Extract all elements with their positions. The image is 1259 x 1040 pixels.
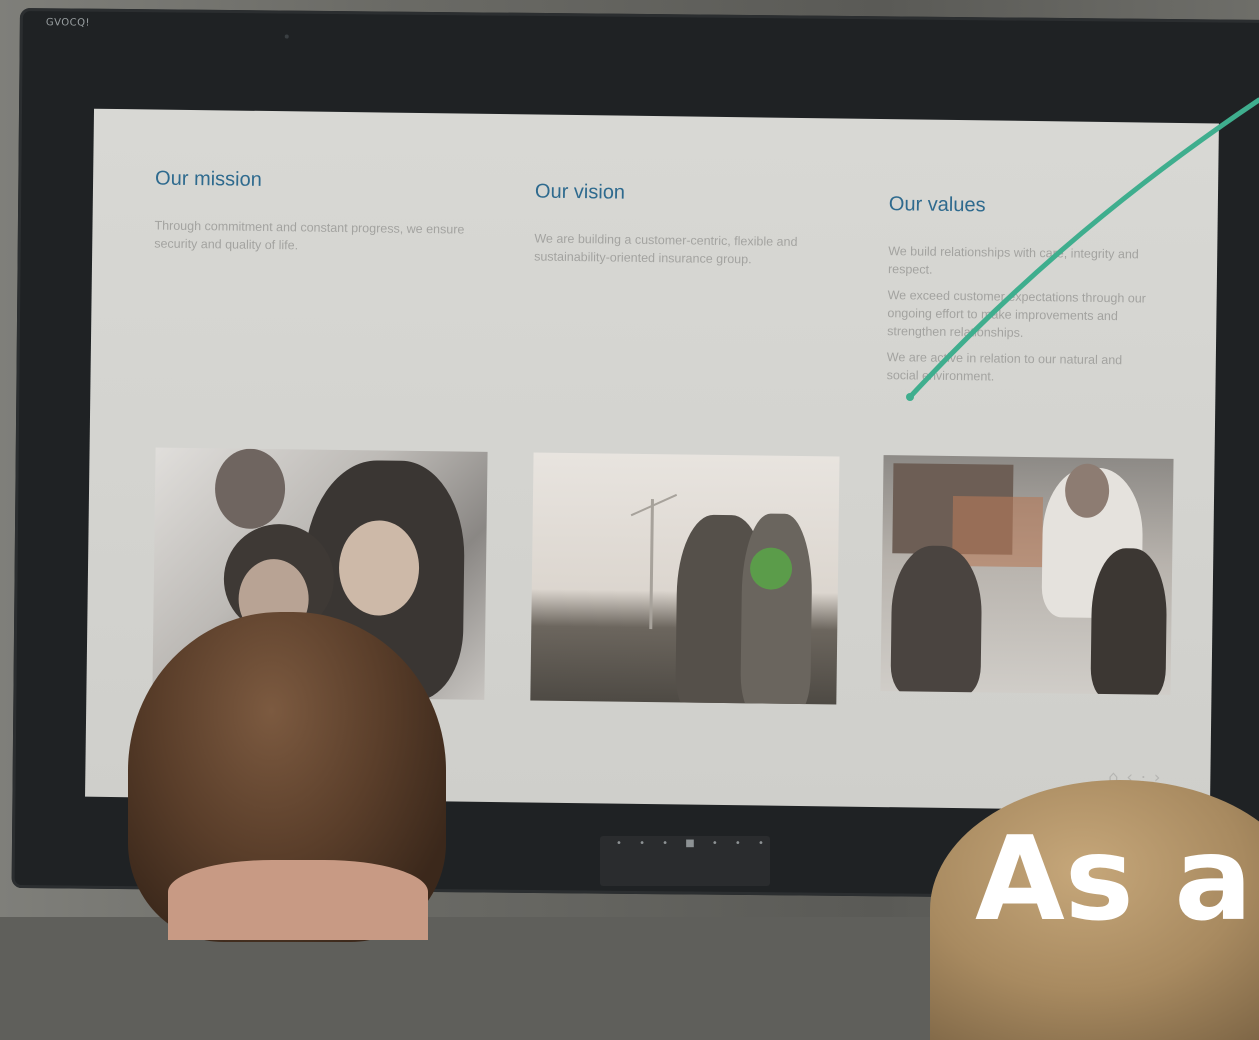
accent-arc-end (906, 393, 914, 401)
accent-arc (906, 97, 1259, 401)
accent-arc-path (907, 97, 1259, 400)
overlay-headline: As a (975, 812, 1253, 947)
